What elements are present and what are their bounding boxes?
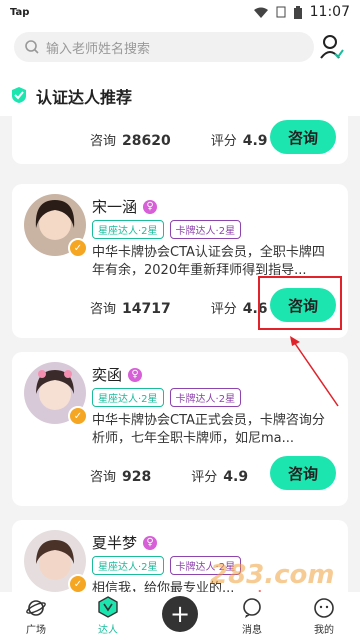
- consult-count: 928: [122, 469, 152, 485]
- tag-astrology: 星座达人·2星: [92, 556, 164, 575]
- expert-card[interactable]: 咨询 28620 评分 4.9 咨询: [12, 116, 348, 164]
- profile-icon: [314, 598, 334, 618]
- consult-label: 咨询: [90, 302, 117, 317]
- verified-badge-icon: ✓: [68, 238, 88, 258]
- tag-list: 星座达人·2星 卡牌达人·2星: [92, 388, 242, 407]
- battery-icon: [293, 5, 302, 19]
- consult-count: 28620: [122, 133, 171, 149]
- tag-astrology: 星座达人·2星: [92, 220, 164, 239]
- nav-profile[interactable]: 我的: [294, 597, 354, 636]
- female-icon: ♀: [143, 199, 158, 214]
- verified-badge-icon: ✓: [68, 574, 88, 592]
- female-icon: ♀: [128, 367, 143, 382]
- status-bar: Tap 11:07: [0, 0, 360, 24]
- card-stats: 咨询 928 评分 4.9: [90, 466, 248, 485]
- search-header: 输入老师姓名搜索: [0, 24, 360, 72]
- tag-tarot: 卡牌达人·2星: [169, 220, 242, 239]
- nav-label: 广场: [26, 625, 46, 636]
- verified-icon: [12, 87, 26, 103]
- card-stats: 咨询 28620 评分 4.9: [90, 130, 268, 149]
- consult-button[interactable]: 咨询: [270, 456, 336, 490]
- section-title: 认证达人推荐: [36, 88, 133, 107]
- nav-label: 达人: [98, 625, 118, 636]
- name-text: 奕函: [92, 366, 123, 384]
- nav-message[interactable]: 消息: [222, 597, 282, 636]
- expert-description: 中华卡牌协会CTA认证会员，全职卡牌四年有余，2020年重新拜师得到指导...: [92, 245, 325, 278]
- name-text: 夏半梦: [92, 534, 138, 552]
- plus-icon: +: [162, 596, 198, 632]
- score-value: 4.9: [223, 469, 249, 485]
- card-stats: 咨询 14717 评分 4.6: [90, 298, 268, 317]
- expert-name: 夏半梦 ♀: [92, 532, 158, 553]
- female-icon: ♀: [143, 535, 158, 550]
- expert-icon: [98, 596, 118, 618]
- nav-plus[interactable]: +: [150, 596, 210, 636]
- name-text: 宋一涵: [92, 198, 138, 216]
- nav-label: 消息: [242, 625, 262, 636]
- app-label: Tap: [10, 6, 30, 18]
- tag-tarot: 卡牌达人·2星: [169, 388, 242, 407]
- nav-plaza[interactable]: 广场: [6, 597, 66, 636]
- consult-button[interactable]: 咨询: [270, 120, 336, 154]
- section-header: 认证达人推荐: [0, 72, 360, 116]
- consult-label: 咨询: [90, 470, 117, 485]
- search-input[interactable]: 输入老师姓名搜索: [14, 32, 314, 62]
- sim-icon: [276, 6, 286, 18]
- clock: 11:07: [309, 4, 350, 20]
- consult-label: 咨询: [90, 134, 117, 149]
- verified-badge-icon: ✓: [68, 406, 88, 426]
- score-value: 4.9: [242, 133, 268, 149]
- highlight-box: [258, 276, 342, 330]
- bottom-nav: 广场 达人 + 消息 我的: [0, 592, 360, 640]
- user-search-icon[interactable]: [320, 34, 344, 60]
- expert-name: 宋一涵 ♀: [92, 196, 158, 217]
- arrow-annotation: [290, 336, 339, 407]
- tag-list: 星座达人·2星 卡牌达人·2星: [92, 220, 242, 239]
- nav-label: 我的: [314, 625, 334, 636]
- consult-count: 14717: [122, 301, 171, 317]
- search-placeholder: 输入老师姓名搜索: [46, 41, 151, 57]
- planet-icon: [26, 600, 46, 616]
- score-label: 评分: [191, 470, 218, 485]
- nav-expert[interactable]: 达人: [78, 595, 138, 636]
- tag-astrology: 星座达人·2星: [92, 388, 164, 407]
- search-icon: [25, 40, 39, 54]
- score-label: 评分: [210, 302, 237, 317]
- message-icon: [243, 598, 261, 618]
- expert-description: 中华卡牌协会CTA正式会员，卡牌咨询分析师，七年全职卡牌师，如尼ma...: [92, 413, 325, 446]
- wifi-icon: [253, 7, 268, 18]
- expert-name: 奕函 ♀: [92, 364, 143, 385]
- watermark-main: 283.com: [210, 560, 335, 590]
- score-label: 评分: [210, 134, 237, 149]
